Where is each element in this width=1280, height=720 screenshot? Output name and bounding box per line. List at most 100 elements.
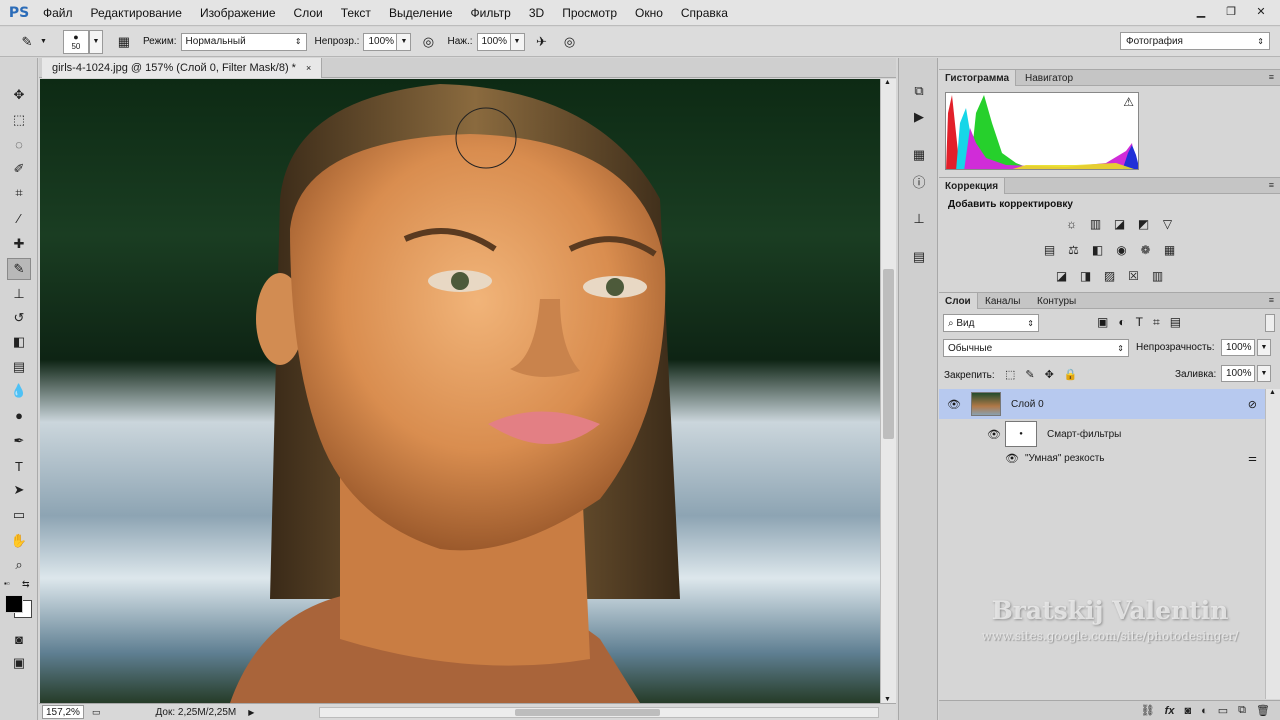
curves-icon[interactable]: ◪ (1111, 216, 1129, 232)
layer-opacity-input[interactable]: 100% (1221, 339, 1255, 356)
scroll-down-icon[interactable]: ▼ (884, 696, 891, 703)
close-document-icon[interactable]: × (306, 63, 311, 73)
color-balance-icon[interactable]: ⚖ (1065, 242, 1083, 258)
swatches-panel-icon[interactable]: ▦ (907, 144, 931, 166)
gradient-map-icon[interactable]: ▥ (1149, 268, 1167, 284)
opacity-input[interactable]: 100% (363, 32, 398, 51)
brush-panel-toggle-icon[interactable]: ▦ (113, 31, 135, 53)
restore-button[interactable]: ❐ (1218, 2, 1244, 20)
blur-tool-icon[interactable]: 💧 (7, 380, 31, 402)
flow-input[interactable]: 100% (476, 32, 511, 51)
zoom-input[interactable]: 157,2% (42, 705, 84, 719)
flow-dropdown[interactable]: ▼ (510, 32, 525, 51)
horizontal-scroll-thumb[interactable] (515, 709, 660, 716)
foreground-color-swatch[interactable] (5, 595, 23, 613)
delete-layer-icon[interactable]: 🗑 (1256, 704, 1270, 717)
tab-paths[interactable]: Контуры (1031, 293, 1082, 309)
layer-style-fx-icon[interactable]: fx (1165, 705, 1175, 717)
blend-mode-select[interactable]: Обычные ⇕ (943, 339, 1129, 357)
menu-help[interactable]: Справка (672, 0, 737, 26)
gradient-tool-icon[interactable]: ▤ (7, 356, 31, 378)
histogram-warning-icon[interactable]: ⚠ (1123, 95, 1134, 109)
swap-colors-icon[interactable]: ⇆ (22, 579, 30, 590)
clone-stamp-tool-icon[interactable]: ⊥ (7, 283, 31, 305)
tab-histogram[interactable]: Гистограмма (939, 70, 1017, 86)
hand-tool-icon[interactable]: ✋ (7, 530, 31, 552)
brush-presets-panel-icon[interactable]: ▤ (907, 246, 931, 268)
status-menu-arrow-icon[interactable]: ▶ (248, 708, 254, 717)
menu-select[interactable]: Выделение (380, 0, 462, 26)
workspace-select[interactable]: Фотография ⇕ (1120, 32, 1270, 50)
filter-blending-options-icon[interactable]: ⚌ (1248, 453, 1257, 464)
link-layers-icon[interactable]: ⛓ (1141, 704, 1155, 717)
minimize-button[interactable]: ▁ (1188, 2, 1214, 20)
menu-image[interactable]: Изображение (191, 0, 285, 26)
mode-select[interactable]: Нормальный ⇕ (180, 32, 307, 51)
invert-icon[interactable]: ◪ (1053, 268, 1071, 284)
layers-panel-menu-icon[interactable]: ≡ (1269, 295, 1274, 305)
quick-selection-tool-icon[interactable]: ✐ (7, 158, 31, 180)
menu-3d[interactable]: 3D (520, 0, 553, 26)
add-mask-icon[interactable]: ◙ (1184, 705, 1191, 717)
healing-brush-tool-icon[interactable]: ✚ (7, 233, 31, 255)
brush-size-preview[interactable]: ● 50 (62, 29, 89, 54)
selective-color-icon[interactable]: ☒ (1125, 268, 1143, 284)
eyedropper-tool-icon[interactable]: ⁄ (7, 207, 31, 229)
layer-row-layer0[interactable]: 👁 Слой 0 ⊘ (939, 389, 1265, 419)
layer-visibility-eye-icon[interactable]: 👁 (947, 397, 961, 411)
crop-tool-icon[interactable]: ⌗ (7, 182, 31, 204)
fill-input[interactable]: 100% (1221, 365, 1255, 382)
quick-mask-icon[interactable]: ◙ (7, 628, 31, 650)
close-button[interactable]: ✕ (1248, 2, 1274, 20)
image-canvas[interactable] (40, 79, 880, 703)
tab-navigator[interactable]: Навигатор (1019, 70, 1079, 86)
eraser-tool-icon[interactable]: ◧ (7, 331, 31, 353)
filter-type-icon[interactable]: T (1136, 315, 1143, 330)
menu-edit[interactable]: Редактирование (82, 0, 191, 26)
pen-tool-icon[interactable]: ✒ (7, 430, 31, 452)
tab-adjustments[interactable]: Коррекция (939, 178, 1006, 194)
brush-preset-icon[interactable]: ✎ (16, 31, 38, 53)
menu-file[interactable]: Файл (34, 0, 82, 26)
zoom-tool-icon[interactable]: ⌕ (7, 554, 31, 576)
info-panel-icon[interactable]: ⓘ (907, 170, 931, 192)
lock-all-icon[interactable]: 🔒 (1064, 368, 1078, 381)
default-colors-icon[interactable]: ▪▫ (4, 579, 10, 588)
scroll-up-icon[interactable]: ▲ (884, 79, 891, 86)
filter-shape-icon[interactable]: ⌗ (1153, 315, 1160, 330)
new-group-icon[interactable]: ▭ (1218, 704, 1228, 717)
dodge-tool-icon[interactable]: ● (7, 404, 31, 426)
histogram-panel-menu-icon[interactable]: ≡ (1269, 72, 1274, 82)
lock-position-icon[interactable]: ✥ (1045, 368, 1054, 381)
clone-source-panel-icon[interactable]: ⊥ (907, 208, 931, 230)
lock-pixels-icon[interactable]: ✎ (1025, 368, 1034, 381)
layers-scroll-up-icon[interactable]: ▲ (1269, 389, 1276, 396)
canvas-vertical-scrollbar[interactable]: ▲ ▼ (880, 79, 896, 703)
threshold-icon[interactable]: ▨ (1101, 268, 1119, 284)
new-adjustment-layer-icon[interactable]: ◐ (1201, 705, 1208, 717)
exposure-icon[interactable]: ◩ (1135, 216, 1153, 232)
levels-icon[interactable]: ▥ (1087, 216, 1105, 232)
opacity-dropdown[interactable]: ▼ (397, 32, 412, 51)
smart-filters-eye-icon[interactable]: 👁 (987, 427, 1001, 441)
layer-opacity-dropdown[interactable]: ▼ (1257, 339, 1271, 356)
menu-window[interactable]: Окно (626, 0, 672, 26)
layer-filter-select[interactable]: ⌕ Вид ⇕ (943, 314, 1039, 332)
canvas-horizontal-scrollbar[interactable] (319, 707, 879, 718)
black-white-icon[interactable]: ◧ (1089, 242, 1107, 258)
layer-row-smart-filters[interactable]: 👁 ● Смарт-фильтры (939, 419, 1265, 449)
tablet-opacity-icon[interactable]: ◎ (417, 31, 439, 53)
history-brush-tool-icon[interactable]: ↺ (7, 307, 31, 329)
menu-text[interactable]: Текст (332, 0, 380, 26)
menu-view[interactable]: Просмотр (553, 0, 626, 26)
vibrance-icon[interactable]: ▽ (1159, 216, 1177, 232)
photo-filter-icon[interactable]: ◉ (1113, 242, 1131, 258)
brush-size-dropdown[interactable]: ▼ (88, 29, 103, 54)
vertical-scroll-thumb[interactable] (883, 269, 894, 439)
new-layer-icon[interactable]: ⧉ (1238, 704, 1246, 717)
channel-mixer-icon[interactable]: ❁ (1137, 242, 1155, 258)
layer-options-icon[interactable]: ⊘ (1248, 398, 1257, 411)
brightness-contrast-icon[interactable]: ☼ (1063, 216, 1081, 232)
color-lookup-icon[interactable]: ▦ (1161, 242, 1179, 258)
actions-panel-icon[interactable]: ▶ (907, 106, 931, 128)
